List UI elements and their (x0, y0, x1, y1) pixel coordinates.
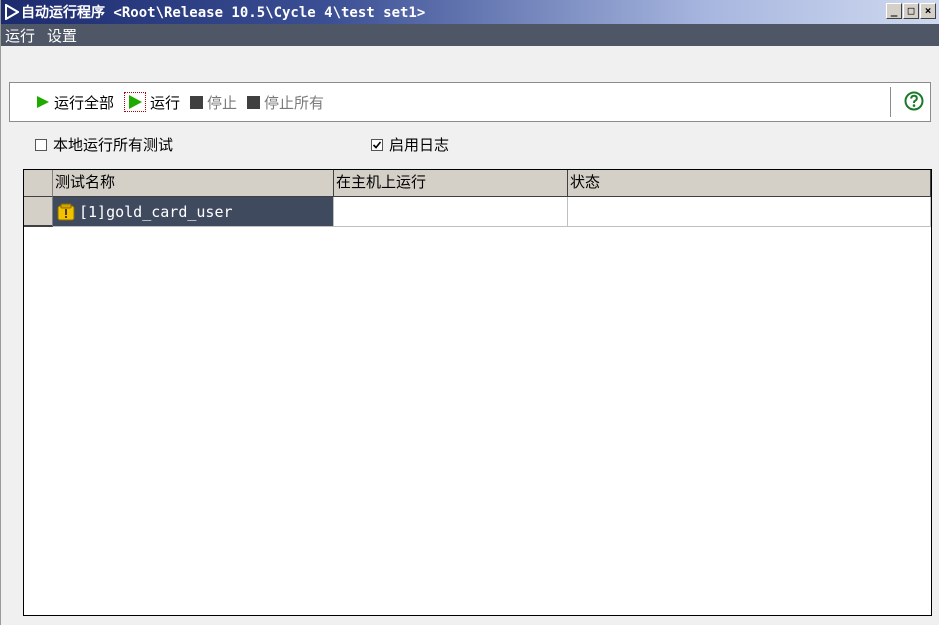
menu-settings[interactable]: 设置 (43, 25, 85, 46)
enable-log-checkbox[interactable]: 启用日志 (371, 134, 449, 155)
grid-corner[interactable] (24, 170, 53, 197)
row-header[interactable] (24, 197, 53, 227)
grid-header: 测试名称 在主机上运行 状态 (24, 170, 931, 197)
test-name-cell[interactable]: [1]gold_card_user (53, 197, 334, 227)
close-button[interactable]: × (920, 3, 936, 19)
test-name-text: [1]gold_card_user (79, 202, 233, 221)
play-icon (124, 92, 147, 112)
run-all-local-label: 本地运行所有测试 (53, 136, 174, 154)
toolbar: 运行全部 运行 停止 停止所有 (9, 82, 931, 122)
toolbar-divider (890, 87, 891, 117)
status-cell[interactable] (568, 197, 931, 227)
run-button[interactable]: 运行 (124, 92, 180, 113)
checkbox-unchecked (35, 138, 47, 151)
play-icon (3, 0, 21, 24)
column-status[interactable]: 状态 (568, 170, 931, 197)
stop-button[interactable]: 停止 (190, 92, 237, 113)
test-grid: 测试名称 在主机上运行 状态 [1]gold_card_user (23, 169, 932, 616)
play-icon (36, 95, 50, 109)
run-all-label: 运行全部 (54, 93, 115, 112)
auto-runner-window: 自动运行程序 <Root\Release 10.5\Cycle 4\test s… (0, 0, 939, 625)
column-test-name[interactable]: 测试名称 (53, 170, 334, 197)
run-all-button[interactable]: 运行全部 (36, 92, 114, 113)
run-all-local-checkbox[interactable]: 本地运行所有测试 (35, 134, 173, 155)
checkbox-checked (371, 138, 383, 151)
menu-bar: 运行 设置 (1, 24, 939, 46)
table-row[interactable]: [1]gold_card_user (24, 197, 931, 227)
stop-icon (247, 95, 261, 109)
options-row: 本地运行所有测试 启用日志 (31, 134, 931, 156)
test-warning-icon (57, 203, 75, 221)
help-icon[interactable] (904, 91, 924, 111)
window-title: 自动运行程序 <Root\Release 10.5\Cycle 4\test s… (21, 5, 426, 21)
run-on-host-cell[interactable] (334, 197, 568, 227)
stop-icon (190, 95, 204, 109)
menu-run[interactable]: 运行 (1, 25, 43, 46)
stop-all-button[interactable]: 停止所有 (247, 92, 324, 113)
stop-all-label: 停止所有 (264, 93, 325, 112)
enable-log-label: 启用日志 (389, 136, 450, 154)
title-bar[interactable]: 自动运行程序 <Root\Release 10.5\Cycle 4\test s… (1, 0, 939, 24)
maximize-button[interactable]: □ (903, 3, 919, 19)
column-run-on-host[interactable]: 在主机上运行 (334, 170, 568, 197)
window-controls: _ □ × (886, 3, 936, 19)
stop-label: 停止 (207, 93, 238, 112)
minimize-button[interactable]: _ (886, 3, 902, 19)
run-label: 运行 (150, 93, 181, 112)
